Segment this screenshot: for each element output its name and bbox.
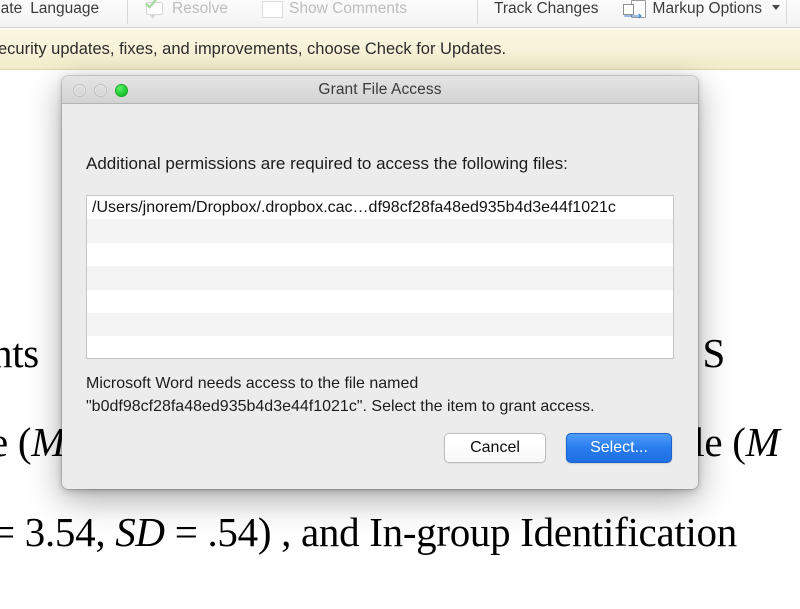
- zoom-button[interactable]: [115, 83, 128, 97]
- ribbon-group-comments: Resolve Show Comments: [140, 0, 411, 27]
- doc-line3-italic: SD: [115, 509, 165, 555]
- markup-options-icon: ⟶: [622, 0, 647, 22]
- update-notification-bar[interactable]: ecurity updates, fixes, and improvements…: [0, 29, 800, 70]
- update-notification-text: ecurity updates, fixes, and improvements…: [0, 39, 507, 58]
- dialog-prompt-text: Additional permissions are required to a…: [86, 154, 568, 173]
- file-list-row[interactable]: [87, 242, 673, 267]
- close-button: [73, 83, 86, 97]
- file-list-row[interactable]: [87, 266, 673, 290]
- dialog-titlebar[interactable]: Grant File Access: [62, 76, 698, 104]
- dialog-body: Additional permissions are required to a…: [62, 104, 698, 489]
- ribbon-item-track-changes-label: Track Changes: [494, 0, 599, 18]
- ribbon-group-language: islate Language: [0, 0, 103, 27]
- ribbon-divider-2: [477, 0, 478, 24]
- window-controls: [73, 76, 128, 104]
- ribbon-toolbar: islate Language Resolve: [0, 0, 800, 28]
- file-list[interactable]: /Users/jnorem/Dropbox/.dropbox.cac…df98c…: [86, 195, 674, 359]
- ribbon-item-language-label: Language: [30, 0, 100, 18]
- ribbon-item-show-comments[interactable]: Show Comments: [258, 0, 411, 27]
- dialog-title: Grant File Access: [318, 80, 442, 98]
- screen-root: islate Language Resolve: [0, 0, 800, 609]
- dialog-button-row: Cancel Select...: [444, 433, 672, 463]
- minimize-button: [94, 83, 107, 97]
- doc-line1-pre: nts: [0, 330, 39, 376]
- grant-file-access-dialog: Grant File Access Additional permissions…: [62, 76, 698, 489]
- file-list-row[interactable]: [87, 312, 673, 337]
- ribbon-item-translate-label: islate: [0, 0, 23, 18]
- file-list-row[interactable]: [87, 289, 673, 313]
- show-comments-icon: [262, 0, 283, 18]
- doc-line2-pre: e (: [0, 419, 32, 465]
- doc-line3-a: = 3.54,: [0, 509, 116, 555]
- file-list-row[interactable]: [87, 336, 673, 358]
- ribbon-item-track-changes[interactable]: Track Changes: [490, 0, 603, 27]
- dialog-explanation-text: Microsoft Word needs access to the file …: [86, 375, 595, 415]
- ribbon-item-resolve-label: Resolve: [172, 0, 228, 18]
- ribbon-divider-1: [127, 0, 128, 24]
- ribbon-item-markup-options-label: Markup Options: [652, 0, 762, 18]
- document-text-line-3: = 3.54, SD = .54) , and In-group Identif…: [0, 508, 737, 556]
- file-list-row[interactable]: /Users/jnorem/Dropbox/.dropbox.cac…df98c…: [87, 196, 673, 220]
- file-list-row[interactable]: [87, 219, 673, 243]
- ribbon-item-translate[interactable]: islate: [0, 0, 26, 27]
- doc-line2-post-italic: M: [745, 419, 780, 465]
- select-button[interactable]: Select...: [566, 433, 672, 463]
- doc-line2-pre-italic: M: [31, 419, 66, 465]
- chevron-down-icon[interactable]: [771, 4, 780, 10]
- ribbon-item-markup-options[interactable]: ⟶ Markup Options: [619, 0, 784, 27]
- ribbon-item-language[interactable]: Language: [26, 0, 103, 27]
- ribbon-divider-3: [786, 0, 787, 24]
- cancel-button[interactable]: Cancel: [444, 433, 546, 463]
- ribbon-item-resolve[interactable]: Resolve: [140, 0, 232, 27]
- resolve-comment-icon: [144, 0, 166, 19]
- ribbon-group-tracking: Track Changes ⟶ Markup Options: [490, 0, 784, 27]
- ribbon-item-show-comments-label: Show Comments: [289, 0, 408, 18]
- doc-line3-b: = .54) , and In-group Identification: [164, 509, 738, 555]
